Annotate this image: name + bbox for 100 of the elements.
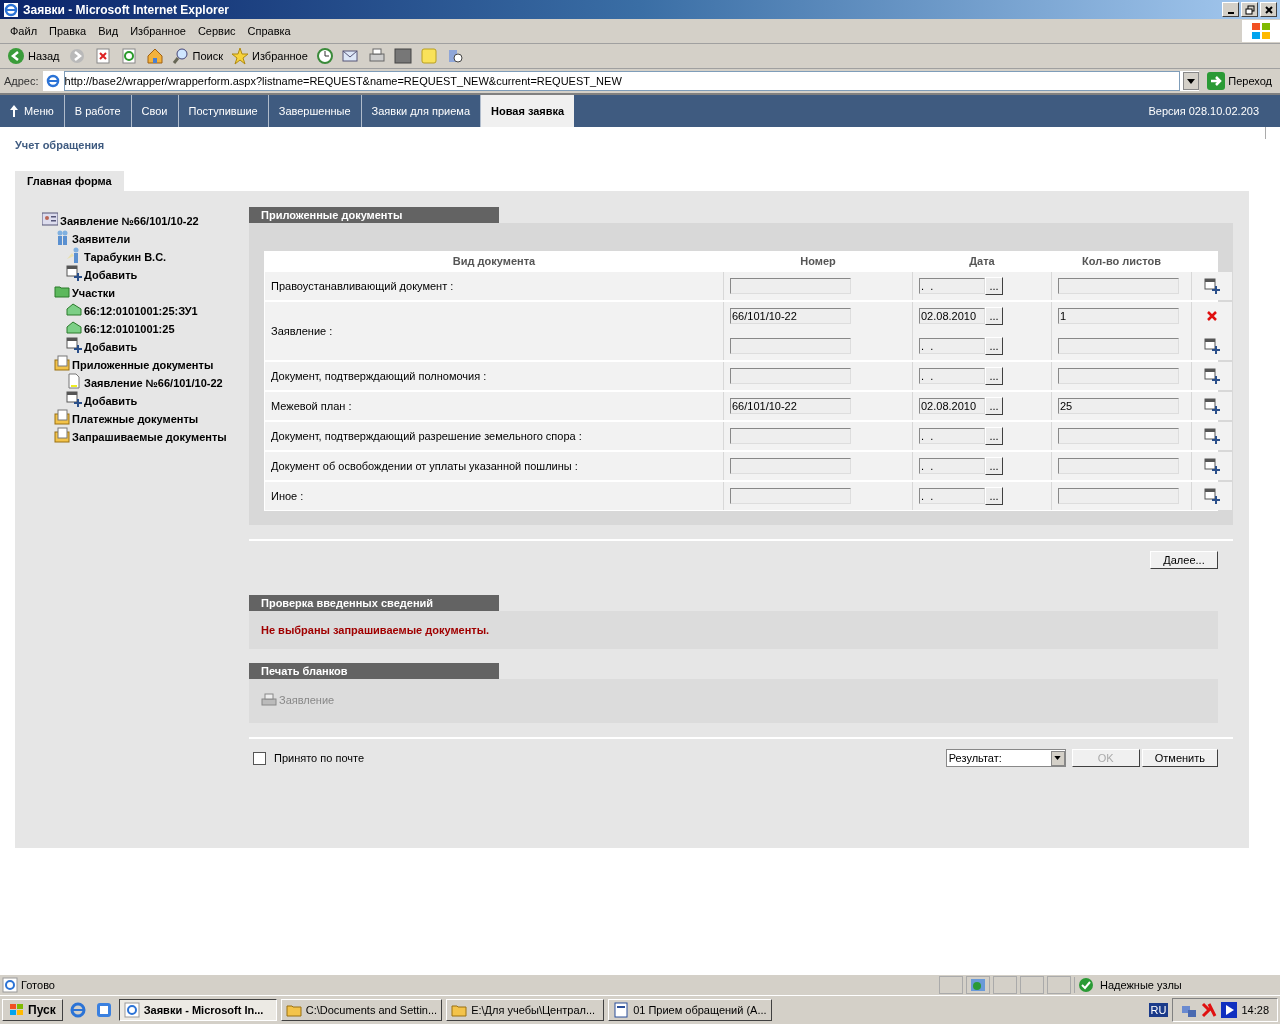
- next-button[interactable]: Далее...: [1150, 551, 1218, 569]
- date-picker-button[interactable]: ...: [985, 277, 1003, 295]
- date-field[interactable]: 02.08.2010: [919, 398, 985, 414]
- sheets-field[interactable]: [1058, 278, 1179, 294]
- check-icon: [1078, 977, 1094, 993]
- tree-item[interactable]: Добавить: [84, 269, 138, 281]
- date-picker-button[interactable]: ...: [985, 307, 1003, 325]
- language-indicator[interactable]: RU: [1148, 1003, 1169, 1017]
- add-row-icon[interactable]: [1204, 278, 1220, 294]
- status-pane: [1047, 976, 1071, 994]
- tree-item[interactable]: Платежные документы: [72, 413, 199, 425]
- form-tab[interactable]: Главная форма: [15, 171, 124, 191]
- taskbar-button[interactable]: C:\Documents and Settin...: [280, 999, 443, 1021]
- menu-item[interactable]: Справка: [241, 25, 297, 37]
- tree-item[interactable]: 66:12:0101001:25: [84, 323, 175, 335]
- tree-item[interactable]: Добавить: [84, 395, 138, 407]
- tree-item[interactable]: Тарабукин В.С.: [84, 251, 167, 263]
- number-field[interactable]: [730, 278, 851, 294]
- number-field[interactable]: [730, 488, 851, 504]
- printer-icon: [261, 692, 277, 708]
- section-header: Проверка введенных сведений: [249, 595, 499, 611]
- sheets-field[interactable]: [1058, 368, 1179, 384]
- date-picker-button[interactable]: ...: [985, 487, 1003, 505]
- tree-item[interactable]: Приложенные документы: [72, 359, 214, 371]
- minimize-button[interactable]: [1222, 2, 1239, 17]
- sheets-field[interactable]: 25: [1058, 398, 1179, 414]
- tree-item[interactable]: Заявители: [72, 233, 131, 245]
- tree-item[interactable]: Участки: [72, 287, 116, 299]
- play-icon[interactable]: [1221, 1002, 1238, 1018]
- dropdown-button[interactable]: [1050, 750, 1065, 766]
- menu-item[interactable]: Файл: [4, 25, 44, 37]
- favorites-button[interactable]: Избранное: [228, 47, 311, 65]
- add-row-icon[interactable]: [1204, 368, 1220, 384]
- number-field[interactable]: 66/101/10-22: [730, 308, 851, 324]
- sheets-field[interactable]: [1058, 488, 1179, 504]
- date-picker-button[interactable]: ...: [985, 427, 1003, 445]
- menu-item[interactable]: Правка: [43, 25, 93, 37]
- doc-icon: [66, 373, 82, 389]
- sheets-field[interactable]: [1058, 338, 1179, 354]
- close-button[interactable]: [1260, 2, 1277, 17]
- search-button[interactable]: Поиск: [168, 47, 226, 65]
- date-field[interactable]: . .: [919, 338, 985, 354]
- taskbar-button[interactable]: Заявки - Microsoft In...: [118, 999, 277, 1021]
- add-row-icon[interactable]: [1204, 458, 1220, 474]
- add-row-icon[interactable]: [1204, 428, 1220, 444]
- taskbar-button[interactable]: E:\Для учебы\Централ...: [446, 999, 605, 1021]
- add-row-icon[interactable]: [1204, 488, 1220, 504]
- status-pane: [1020, 976, 1044, 994]
- sheets-field[interactable]: [1058, 428, 1179, 444]
- menu-item[interactable]: Вид: [92, 25, 125, 37]
- date-picker-button[interactable]: ...: [985, 367, 1003, 385]
- checkbox[interactable]: [253, 751, 266, 765]
- dropdown-button[interactable]: [1183, 72, 1200, 90]
- number-field[interactable]: [730, 338, 851, 354]
- address-field[interactable]: http://base2/wrapper/wrapperform.aspx?listname=REQUEST&name=REQUEST_NEW&current=REQUEST_NEW: [63, 71, 1181, 91]
- error-message: Не выбраны запрашиваемые документы.: [261, 624, 490, 636]
- menu-item[interactable]: Сервис: [191, 25, 242, 37]
- tree-item[interactable]: 66:12:0101001:25:ЗУ1: [84, 305, 198, 317]
- date-field[interactable]: 02.08.2010: [919, 308, 985, 324]
- parcel-icon: [66, 301, 82, 317]
- browser-icon[interactable]: [68, 1001, 87, 1019]
- date-field[interactable]: . .: [919, 278, 985, 294]
- restore-button[interactable]: [1241, 2, 1258, 17]
- history-icon: [315, 47, 334, 65]
- add-row-icon[interactable]: [1204, 398, 1220, 414]
- minimize-icon: [1227, 11, 1234, 14]
- tree-item[interactable]: Добавить: [84, 341, 138, 353]
- date-field[interactable]: . .: [919, 458, 985, 474]
- tree-item[interactable]: Заявление №66/101/10-22: [60, 215, 199, 227]
- taskbar-button[interactable]: 01 Прием обращений (А...: [608, 999, 772, 1021]
- document-type: Документ, подтверждающий полномочия :: [271, 370, 487, 382]
- add-row-icon[interactable]: [1204, 338, 1220, 354]
- folder-icon: [451, 1002, 468, 1018]
- tree-item[interactable]: Заявление №66/101/10-22: [84, 377, 223, 389]
- tree-item[interactable]: Запрашиваемые документы: [72, 431, 227, 443]
- home-icon: [145, 47, 164, 65]
- date-field[interactable]: . .: [919, 368, 985, 384]
- start-button[interactable]: Пуск: [2, 999, 63, 1021]
- number-field[interactable]: [730, 458, 851, 474]
- number-field[interactable]: [730, 428, 851, 444]
- back-icon: [7, 47, 25, 65]
- date-field[interactable]: . .: [919, 428, 985, 444]
- back-button[interactable]: Назад: [4, 47, 63, 65]
- cancel-button[interactable]: Отменить: [1141, 749, 1218, 767]
- number-field[interactable]: [730, 368, 851, 384]
- docs-icon: [54, 427, 70, 443]
- number-field[interactable]: 66/101/10-22: [730, 398, 851, 414]
- date-field[interactable]: . .: [919, 488, 985, 504]
- close-icon: [1263, 4, 1274, 15]
- address-label: Адрес:: [4, 75, 39, 87]
- menu-item[interactable]: Избранное: [124, 25, 192, 37]
- sheets-field[interactable]: [1058, 458, 1179, 474]
- date-picker-button[interactable]: ...: [985, 397, 1003, 415]
- nav-tab[interactable]: Новая заявка: [481, 95, 575, 127]
- date-picker-button[interactable]: ...: [985, 337, 1003, 355]
- date-picker-button[interactable]: ...: [985, 457, 1003, 475]
- sheets-field[interactable]: 1: [1058, 308, 1179, 324]
- mail-icon: [341, 47, 360, 65]
- go-button[interactable]: Переход: [1203, 72, 1276, 90]
- outlook-icon[interactable]: [94, 1001, 113, 1019]
